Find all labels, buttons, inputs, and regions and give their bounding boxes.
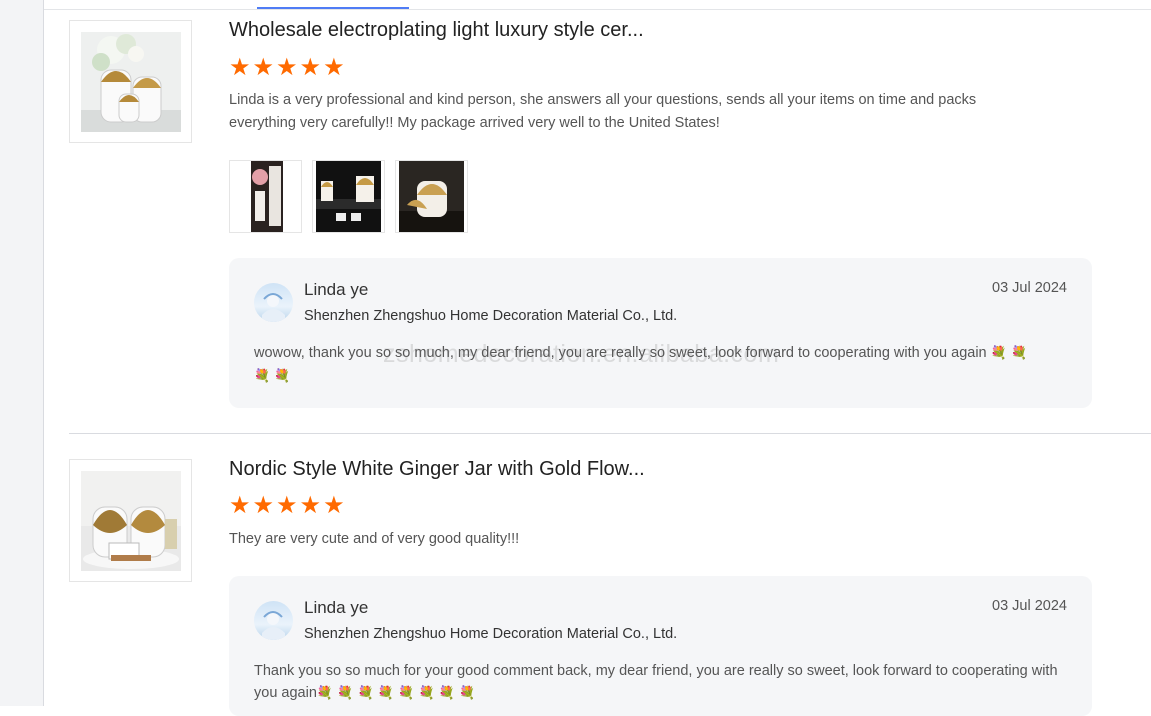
bouquet-icon: 💐 xyxy=(1006,346,1028,361)
product-thumbnail[interactable] xyxy=(69,20,192,143)
star-icon: ★ xyxy=(229,53,251,81)
seller-reply: Linda ye Shenzhen Zhengshuo Home Decorat… xyxy=(229,258,1092,408)
star-icon: ★ xyxy=(252,53,275,81)
star-rating: ★ ★ ★ ★ ★ xyxy=(229,493,345,517)
star-icon: ★ xyxy=(276,53,298,81)
review-photo[interactable] xyxy=(229,160,302,233)
bouquet-icon: 💐 xyxy=(414,686,435,701)
active-tab-indicator xyxy=(257,7,409,9)
reply-text: wowow, thank you so so much, my dear fri… xyxy=(254,342,1069,388)
bouquet-icon: 💐 xyxy=(373,686,395,701)
star-icon: ★ xyxy=(276,491,298,519)
product-image xyxy=(80,470,181,571)
avatar[interactable] xyxy=(254,601,293,640)
star-icon: ★ xyxy=(229,491,251,519)
bouquet-icon: 💐 xyxy=(333,686,354,701)
seller-reply: Linda ye Shenzhen Zhengshuo Home Decorat… xyxy=(229,576,1092,716)
replier-name: Linda ye xyxy=(304,598,369,617)
replier-company[interactable]: Shenzhen Zhengshuo Home Decoration Mater… xyxy=(304,626,677,642)
review-text: They are very cute and of very good qual… xyxy=(229,531,520,547)
star-icon: ★ xyxy=(323,53,345,81)
bouquet-icon: 💐 xyxy=(394,686,415,701)
product-image xyxy=(80,31,181,132)
reply-date: 03 Jul 2024 xyxy=(992,280,1067,296)
reply-date: 03 Jul 2024 xyxy=(992,598,1067,614)
bouquet-icon: 💐 xyxy=(270,369,291,384)
star-icon: ★ xyxy=(299,491,322,519)
replier-name: Linda ye xyxy=(304,280,369,299)
review-photos xyxy=(229,160,468,233)
star-icon: ★ xyxy=(252,491,275,519)
left-gutter xyxy=(0,0,44,706)
star-icon: ★ xyxy=(323,491,345,519)
bouquet-icon: 💐 xyxy=(434,686,456,701)
bouquet-icon: 💐 xyxy=(455,686,476,701)
replier-company[interactable]: Shenzhen Zhengshuo Home Decoration Mater… xyxy=(304,308,677,324)
avatar[interactable] xyxy=(254,283,293,322)
star-icon: ★ xyxy=(299,53,322,81)
star-rating: ★ ★ ★ ★ ★ xyxy=(229,55,345,79)
bouquet-icon: 💐 xyxy=(316,686,334,701)
product-title[interactable]: Wholesale electroplating light luxury st… xyxy=(229,19,644,42)
bouquet-icon: 💐 xyxy=(254,369,271,384)
reply-text: Thank you so so much for your good comme… xyxy=(254,660,1069,705)
bouquet-icon: 💐 xyxy=(986,346,1007,361)
divider xyxy=(69,433,1151,434)
product-thumbnail[interactable] xyxy=(69,459,192,582)
review-text: Linda is a very professional and kind pe… xyxy=(229,92,977,131)
tab-strip xyxy=(44,0,1151,10)
review-photo[interactable] xyxy=(312,160,385,233)
review-photo[interactable] xyxy=(395,160,468,233)
reply-message: wowow, thank you so so much, my dear fri… xyxy=(254,345,987,361)
bouquet-icon: 💐 xyxy=(353,686,374,701)
product-title[interactable]: Nordic Style White Ginger Jar with Gold … xyxy=(229,458,645,481)
